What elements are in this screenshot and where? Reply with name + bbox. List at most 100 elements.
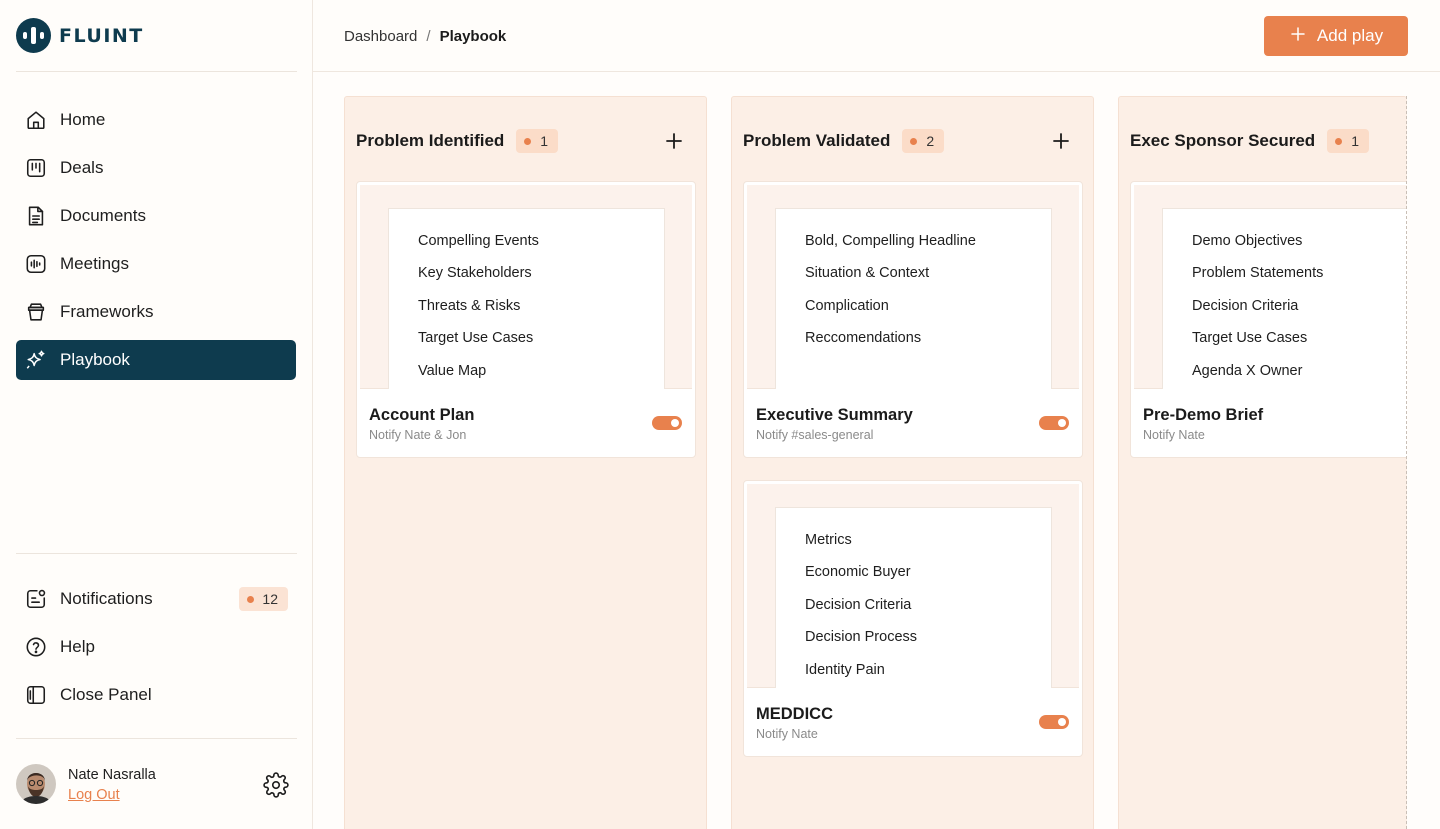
add-card-plus-icon[interactable] xyxy=(662,129,686,153)
sidebar-item-label: Frameworks xyxy=(60,302,154,321)
column-count-badge: 1 xyxy=(1327,129,1369,153)
sparkle-icon xyxy=(24,348,48,372)
sidebar-item-documents[interactable]: Documents xyxy=(16,196,296,236)
preview-item: Decision Criteria xyxy=(1192,297,1299,314)
card-document-preview: Metrics Economic Buyer Decision Criteria… xyxy=(775,507,1052,688)
play-card[interactable]: Demo Objectives Problem Statements Decis… xyxy=(1130,181,1407,458)
card-title: Account Plan xyxy=(369,406,475,424)
card-enabled-toggle[interactable] xyxy=(652,416,682,430)
breadcrumb: Dashboard / Playbook xyxy=(344,28,506,45)
breadcrumb-current: Playbook xyxy=(439,28,507,45)
preview-item: Situation & Context xyxy=(805,265,930,282)
sidebar-divider xyxy=(16,71,297,72)
logout-link[interactable]: Log Out xyxy=(68,787,120,803)
app-name: FLUINT xyxy=(59,24,144,47)
sidebar-item-label: Deals xyxy=(60,158,104,177)
fluint-logo-icon xyxy=(16,18,51,53)
column-count-badge: 1 xyxy=(516,129,559,153)
waveform-icon xyxy=(24,252,48,276)
play-card[interactable]: Bold, Compelling Headline Situation & Co… xyxy=(743,181,1083,458)
sidebar-item-deals[interactable]: Deals xyxy=(16,148,296,188)
help-icon xyxy=(24,635,48,659)
preview-item: Reccomendations xyxy=(805,330,922,347)
sidebar-item-meetings[interactable]: Meetings xyxy=(16,244,296,284)
top-bar: Dashboard / Playbook Add play xyxy=(313,0,1440,72)
preview-item: Decision Criteria xyxy=(805,596,912,613)
card-preview: Compelling Events Key Stakeholders Threa… xyxy=(360,185,692,389)
sidebar-item-home[interactable]: Home xyxy=(16,100,296,140)
panel-icon xyxy=(24,683,48,707)
notification-count: 12 xyxy=(262,591,278,607)
column-count: 2 xyxy=(926,133,935,149)
card-document-preview: Compelling Events Key Stakeholders Threa… xyxy=(388,208,665,389)
card-document-preview: Demo Objectives Problem Statements Decis… xyxy=(1162,208,1407,389)
card-title: Pre-Demo Brief xyxy=(1143,406,1264,424)
document-icon xyxy=(24,204,48,228)
card-preview: Metrics Economic Buyer Decision Criteria… xyxy=(747,484,1079,688)
preview-item: Decision Process xyxy=(805,629,918,646)
column-title: Problem Identified xyxy=(356,131,505,150)
column-header: Problem Validated 2 xyxy=(743,129,945,153)
preview-item: Bold, Compelling Headline xyxy=(805,233,976,249)
add-play-label: Add play xyxy=(1316,26,1384,45)
board-column: Problem Identified 1 Compelling Events K… xyxy=(344,96,707,829)
card-notify: Notify Nate xyxy=(1143,428,1205,442)
app-logo[interactable]: FLUINT xyxy=(16,18,144,53)
avatar[interactable] xyxy=(16,764,56,804)
preview-item: Problem Statements xyxy=(1192,265,1324,282)
deals-icon xyxy=(24,156,48,180)
preview-item: Economic Buyer xyxy=(805,564,911,581)
preview-item: Key Stakeholders xyxy=(418,265,532,282)
badge-dot xyxy=(524,137,532,145)
plus-icon xyxy=(1289,25,1307,48)
preview-item: Agenda X Owner xyxy=(1192,362,1303,379)
column-count-badge: 2 xyxy=(902,129,945,153)
preview-item: Identity Pain xyxy=(805,661,885,678)
breadcrumb-dashboard[interactable]: Dashboard xyxy=(344,28,417,45)
frameworks-icon xyxy=(24,300,48,324)
column-header: Problem Identified 1 xyxy=(356,129,559,153)
preview-item: Threats & Risks xyxy=(418,297,521,314)
add-play-button[interactable]: Add play xyxy=(1264,16,1408,56)
sidebar-item-label: Documents xyxy=(60,206,146,225)
column-count: 1 xyxy=(540,133,549,149)
column-count: 1 xyxy=(1351,133,1359,149)
play-card[interactable]: Compelling Events Key Stakeholders Threa… xyxy=(356,181,696,458)
sidebar-item-close-panel[interactable]: Close Panel xyxy=(16,675,296,715)
sidebar-item-playbook[interactable]: Playbook xyxy=(16,340,296,380)
user-name: Nate Nasralla xyxy=(68,767,156,783)
add-card-plus-icon[interactable] xyxy=(1049,129,1073,153)
gear-icon[interactable] xyxy=(263,772,289,798)
card-document-preview: Bold, Compelling Headline Situation & Co… xyxy=(775,208,1052,389)
sidebar: FLUINT Home Deals Documents Meetings Fra… xyxy=(0,0,313,829)
board-column: Problem Validated 2 Bold, Compelling Hea… xyxy=(731,96,1094,829)
card-enabled-toggle[interactable] xyxy=(1039,715,1069,729)
card-title: Executive Summary xyxy=(756,406,913,424)
card-notify: Notify Nate xyxy=(756,727,818,741)
preview-item: Complication xyxy=(805,297,889,314)
play-card[interactable]: Metrics Economic Buyer Decision Criteria… xyxy=(743,480,1083,757)
card-preview: Bold, Compelling Headline Situation & Co… xyxy=(747,185,1079,389)
notification-icon xyxy=(24,587,48,611)
scroll-boundary xyxy=(1406,96,1407,829)
sidebar-item-frameworks[interactable]: Frameworks xyxy=(16,292,296,332)
sidebar-item-label: Close Panel xyxy=(60,685,152,704)
card-enabled-toggle[interactable] xyxy=(1039,416,1069,430)
sidebar-item-help[interactable]: Help xyxy=(16,627,296,667)
sidebar-item-label: Notifications xyxy=(60,589,153,608)
sidebar-item-label: Help xyxy=(60,637,95,656)
sidebar-item-label: Playbook xyxy=(60,350,130,369)
sidebar-item-label: Home xyxy=(60,110,106,129)
column-title: Exec Sponsor Secured xyxy=(1130,131,1316,150)
breadcrumb-separator: / xyxy=(426,28,431,45)
user-profile: Nate Nasralla Log Out xyxy=(16,764,296,804)
sidebar-item-notifications[interactable]: Notifications 12 xyxy=(16,579,296,619)
preview-item: Metrics xyxy=(805,532,852,548)
preview-item: Target Use Cases xyxy=(418,330,534,347)
column-title: Problem Validated xyxy=(743,131,891,150)
sidebar-item-label: Meetings xyxy=(60,254,129,273)
card-notify: Notify #sales-general xyxy=(756,428,874,442)
card-preview: Demo Objectives Problem Statements Decis… xyxy=(1134,185,1407,389)
card-notify: Notify Nate & Jon xyxy=(369,428,467,442)
preview-item: Demo Objectives xyxy=(1192,233,1303,249)
